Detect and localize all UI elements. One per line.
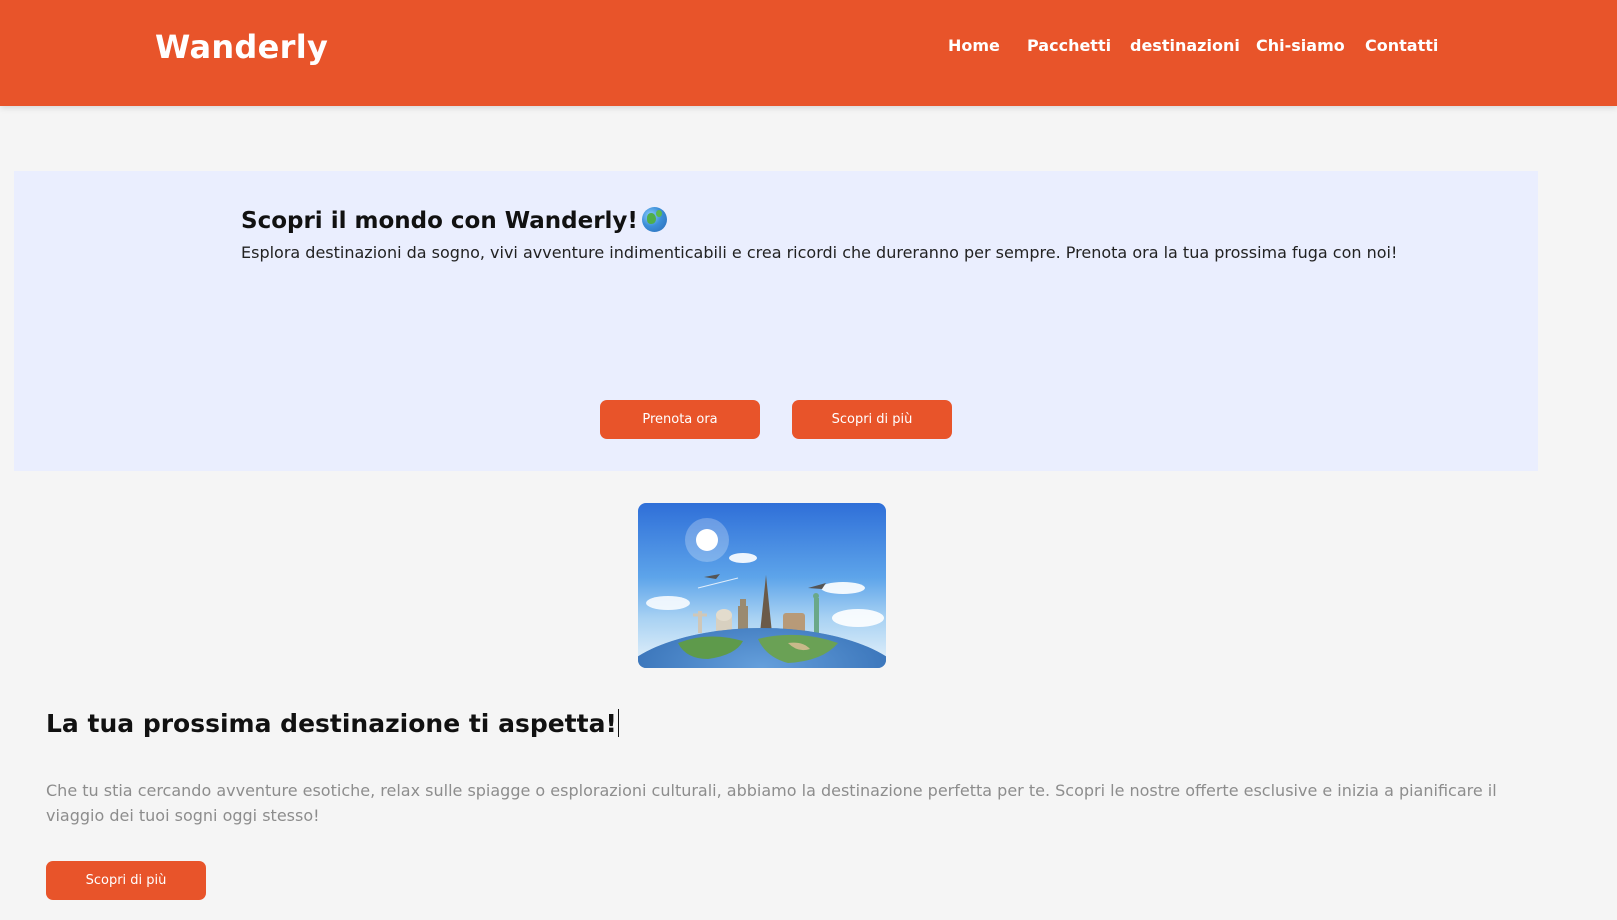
destination-title: La tua prossima destinazione ti aspetta!	[46, 709, 619, 738]
text-cursor	[617, 709, 619, 737]
hero-title: Scopri il mondo con Wanderly!	[241, 207, 667, 234]
destination-description: Che tu stia cercando avventure esotiche,…	[46, 781, 1497, 825]
world-landmarks-illustration	[638, 518, 886, 668]
site-logo[interactable]: Wanderly	[155, 28, 328, 66]
nav-link-home[interactable]: Home	[948, 36, 1000, 55]
learn-more-button[interactable]: Scopri di più	[792, 400, 952, 439]
destination-title-text: La tua prossima destinazione ti aspetta!	[46, 709, 617, 738]
hero-subtitle: Esplora destinazioni da sogno, vivi avve…	[241, 243, 1398, 262]
destination-learn-more-button[interactable]: Scopri di più	[46, 861, 206, 900]
globe-icon	[641, 207, 667, 232]
book-now-button[interactable]: Prenota ora	[600, 400, 760, 439]
nav-link-contatti[interactable]: Contatti	[1365, 36, 1438, 55]
hero-section: Scopri il mondo con Wanderly! Esplora de…	[14, 171, 1538, 471]
nav-link-chi-siamo[interactable]: Chi-siamo	[1256, 36, 1345, 55]
hero-title-text: Scopri il mondo con Wanderly!	[241, 208, 638, 234]
nav-link-destinazioni[interactable]: destinazioni	[1130, 36, 1240, 55]
nav-link-pacchetti[interactable]: Pacchetti	[1027, 36, 1111, 55]
world-landmarks-image	[638, 503, 886, 668]
site-header: Wanderly Home Pacchetti destinazioni Chi…	[0, 0, 1617, 106]
